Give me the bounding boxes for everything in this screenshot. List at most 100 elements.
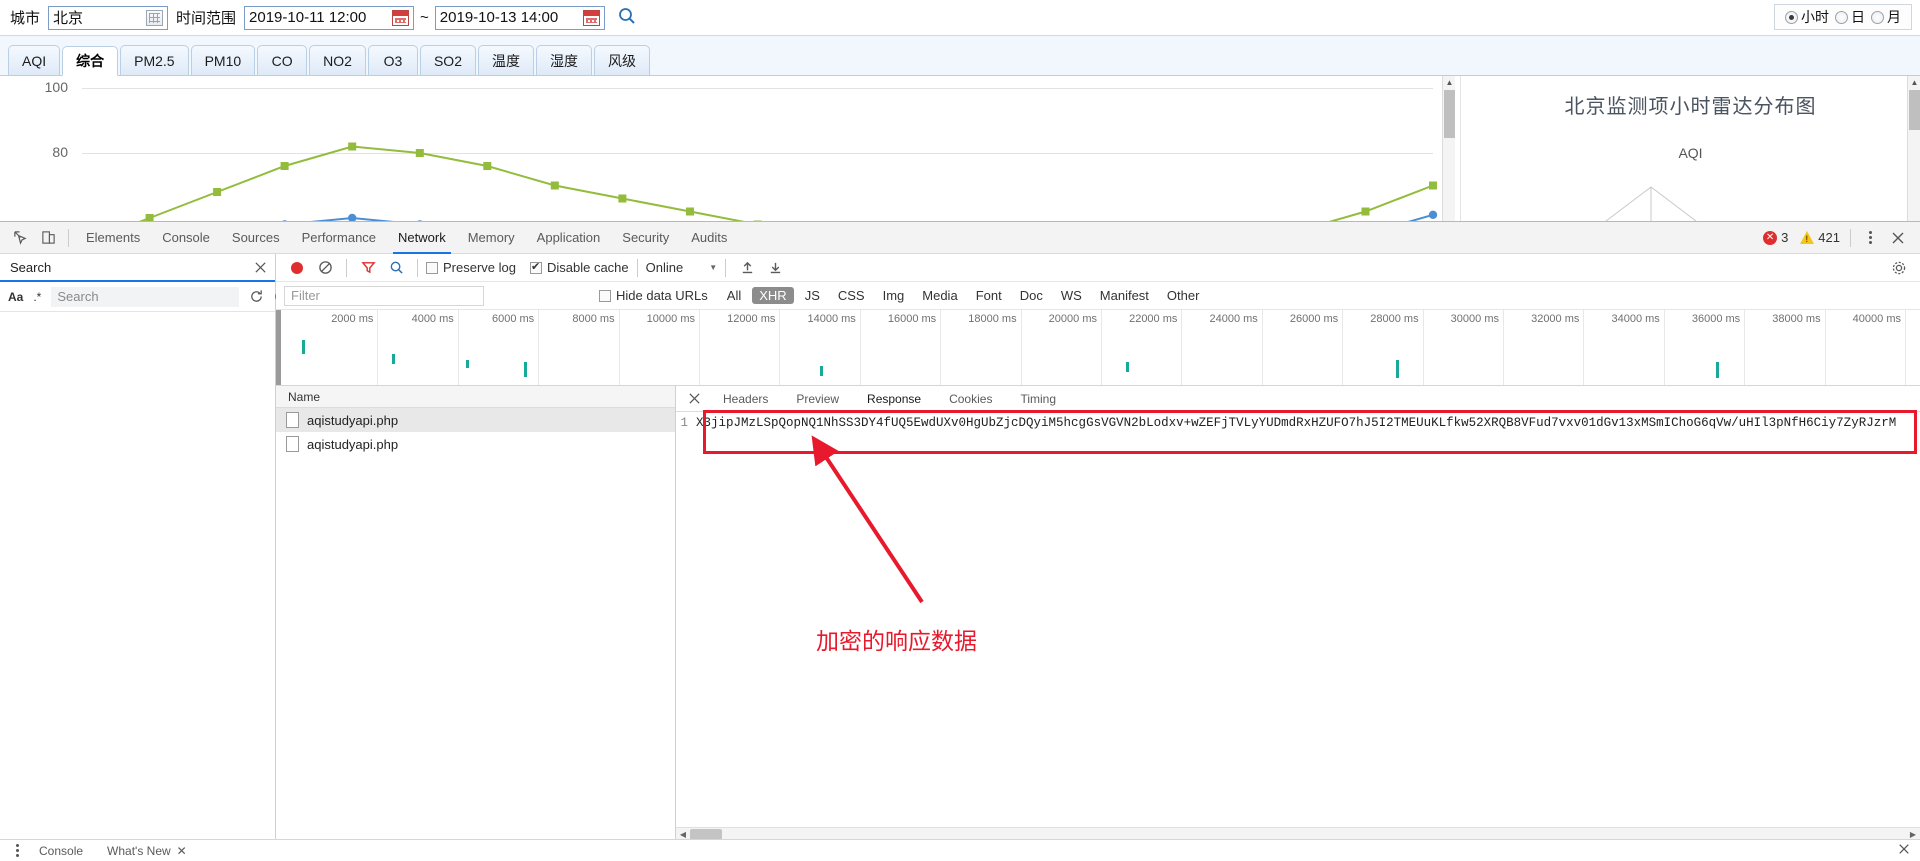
filter-input[interactable]: [284, 285, 484, 306]
kebab-menu-icon[interactable]: [8, 844, 27, 857]
search-input[interactable]: [51, 286, 240, 307]
devtools-tab-application[interactable]: Application: [526, 222, 612, 254]
close-icon[interactable]: [1884, 224, 1912, 252]
preserve-log-checkbox[interactable]: Preserve log: [426, 260, 516, 275]
inspect-element-icon[interactable]: [6, 224, 34, 252]
detail-tab-headers[interactable]: Headers: [709, 386, 782, 412]
table-row[interactable]: aqistudyapi.php: [276, 408, 675, 432]
detail-tab-response[interactable]: Response: [853, 386, 935, 412]
calendar-icon[interactable]: [392, 9, 410, 26]
clear-icon[interactable]: [312, 255, 338, 281]
tab-label: Sources: [231, 230, 280, 245]
filter-type-manifest[interactable]: Manifest: [1093, 287, 1156, 304]
tab-temperature[interactable]: 温度: [477, 45, 534, 75]
drawer-tab-whats-new[interactable]: What's New ✕: [95, 844, 199, 858]
overview-event-bar: [1396, 360, 1399, 372]
devtools-tab-console[interactable]: Console: [151, 222, 221, 254]
tab-o3[interactable]: O3: [367, 45, 418, 75]
devtools-tab-network[interactable]: Network: [387, 222, 457, 254]
filter-type-font[interactable]: Font: [969, 287, 1009, 304]
scroll-left-arrow-icon[interactable]: ◀: [676, 830, 690, 839]
page-scrollbar-inner[interactable]: ▲: [1442, 76, 1455, 221]
filter-type-xhr[interactable]: XHR: [752, 287, 794, 304]
overview-tick: 36000 ms: [1665, 310, 1746, 385]
city-input[interactable]: 北京: [48, 5, 169, 30]
granularity-option-day[interactable]: 日: [1835, 7, 1865, 27]
detail-tab-preview[interactable]: Preview: [782, 386, 853, 412]
scrollbar-thumb[interactable]: [1444, 90, 1455, 138]
close-icon[interactable]: [1898, 843, 1920, 858]
scroll-right-arrow-icon[interactable]: ▶: [1906, 830, 1920, 839]
start-date-input[interactable]: 2019-10-11 12:00: [244, 5, 415, 30]
scrollbar-thumb[interactable]: [1909, 90, 1920, 130]
close-icon[interactable]: ✕: [177, 844, 187, 858]
filter-type-media[interactable]: Media: [915, 287, 964, 304]
overview-tick-label: 26000 ms: [1289, 313, 1339, 325]
overview-left-handle[interactable]: [276, 310, 281, 385]
detail-tab-cookies[interactable]: Cookies: [935, 386, 1006, 412]
granularity-radio-group[interactable]: 小时 日 月: [1774, 4, 1912, 30]
disable-cache-checkbox[interactable]: Disable cache: [529, 260, 629, 275]
filter-type-all[interactable]: All: [720, 287, 748, 304]
table-row[interactable]: aqistudyapi.php: [276, 432, 675, 456]
tab-no2[interactable]: NO2: [309, 45, 366, 75]
export-har-icon[interactable]: [762, 255, 788, 281]
drawer-tab-console[interactable]: Console: [27, 844, 95, 858]
city-picker-icon[interactable]: [146, 9, 164, 26]
tab-pm25[interactable]: PM2.5: [120, 45, 189, 75]
throttling-select[interactable]: Online ▼: [646, 260, 718, 275]
close-icon[interactable]: [254, 261, 267, 274]
request-name: aqistudyapi.php: [307, 412, 399, 428]
detail-tab-timing[interactable]: Timing: [1006, 386, 1070, 412]
match-case-toggle[interactable]: Aa: [8, 290, 23, 304]
calendar-icon[interactable]: [582, 9, 600, 26]
filter-type-css[interactable]: CSS: [831, 287, 872, 304]
import-har-icon[interactable]: [734, 255, 760, 281]
granularity-option-month[interactable]: 月: [1871, 7, 1901, 27]
regex-toggle[interactable]: .*: [33, 290, 41, 304]
checkbox-icon: [426, 261, 438, 274]
devtools-tab-memory[interactable]: Memory: [457, 222, 526, 254]
error-count-badge[interactable]: ✕ 3: [1763, 230, 1788, 245]
tab-pm10[interactable]: PM10: [190, 45, 256, 75]
devtools-tab-audits[interactable]: Audits: [680, 222, 738, 254]
page-scrollbar-outer[interactable]: ▲: [1907, 76, 1920, 221]
end-date-input[interactable]: 2019-10-13 14:00: [434, 5, 605, 30]
close-icon[interactable]: [680, 392, 709, 405]
scroll-up-arrow-icon[interactable]: ▲: [1908, 76, 1920, 89]
granularity-option-hour[interactable]: 小时: [1785, 7, 1829, 27]
filter-type-js[interactable]: JS: [798, 287, 827, 304]
device-toolbar-icon[interactable]: [34, 224, 62, 252]
filter-type-doc[interactable]: Doc: [1013, 287, 1050, 304]
overview-tick: 30000 ms: [1424, 310, 1504, 385]
filter-funnel-icon[interactable]: [355, 255, 381, 281]
kebab-menu-icon[interactable]: [1861, 231, 1880, 244]
warning-count-badge[interactable]: 421: [1800, 230, 1840, 245]
devtools-tab-elements[interactable]: Elements: [75, 222, 151, 254]
divider: [417, 258, 418, 277]
tab-so2[interactable]: SO2: [419, 45, 476, 75]
search-controls-row: Aa .*: [0, 282, 289, 312]
hide-data-urls-checkbox[interactable]: Hide data URLs: [599, 288, 708, 303]
filter-type-img[interactable]: Img: [876, 287, 912, 304]
search-icon[interactable]: [383, 255, 409, 281]
devtools-tab-sources[interactable]: Sources: [221, 222, 291, 254]
tab-comprehensive[interactable]: 综合: [62, 46, 119, 76]
filter-type-ws[interactable]: WS: [1054, 287, 1089, 304]
divider: [1850, 228, 1851, 247]
network-timeline-overview[interactable]: 2000 ms 4000 ms 6000 ms 8000 ms 10000 ms 1200…: [276, 310, 1920, 386]
search-icon[interactable]: [617, 6, 637, 29]
gear-icon[interactable]: [1886, 255, 1912, 281]
devtools-tab-security[interactable]: Security: [611, 222, 680, 254]
tab-co[interactable]: CO: [257, 45, 308, 75]
filter-type-other[interactable]: Other: [1160, 287, 1207, 304]
tab-wind-level[interactable]: 风级: [593, 45, 650, 75]
scroll-up-arrow-icon[interactable]: ▲: [1443, 76, 1456, 89]
devtools-tab-performance[interactable]: Performance: [291, 222, 387, 254]
refresh-icon[interactable]: [249, 289, 264, 304]
request-column-header-name[interactable]: Name: [276, 386, 675, 408]
tab-humidity[interactable]: 湿度: [535, 45, 592, 75]
overview-tick-label: 38000 ms: [1772, 313, 1821, 325]
record-icon[interactable]: [284, 255, 310, 281]
tab-aqi[interactable]: AQI: [8, 45, 61, 75]
